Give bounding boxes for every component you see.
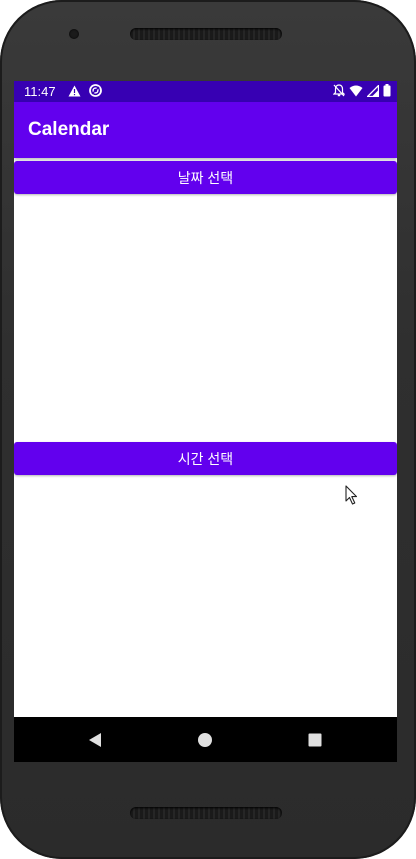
mouse-pointer-icon [345,485,359,505]
front-camera [69,29,79,39]
battery-icon [383,84,391,97]
home-icon[interactable] [194,729,216,751]
status-time: 11:47 [24,84,56,99]
select-time-button[interactable]: 시간 선택 [14,442,397,475]
warning-icon [68,85,81,97]
select-date-button[interactable]: 날짜 선택 [14,161,397,194]
status-right-icons [333,84,391,97]
status-left-icons [68,84,102,97]
app-bar: Calendar [14,102,397,158]
top-speaker-grille [130,28,282,40]
phone-frame: 11:47 Calendar 날짜 선택 시간 선택 [0,0,416,859]
navigation-bar [14,717,397,762]
wifi-icon [349,85,363,97]
bottom-speaker-grille [130,807,282,819]
notifications-off-icon [333,84,345,97]
signal-icon [367,84,379,97]
back-icon[interactable] [84,729,106,751]
app-title: Calendar [28,119,110,140]
recents-icon[interactable] [304,729,326,751]
sync-icon [89,84,102,97]
device-screen: 11:47 Calendar 날짜 선택 시간 선택 [14,81,397,762]
status-bar: 11:47 [14,81,397,102]
